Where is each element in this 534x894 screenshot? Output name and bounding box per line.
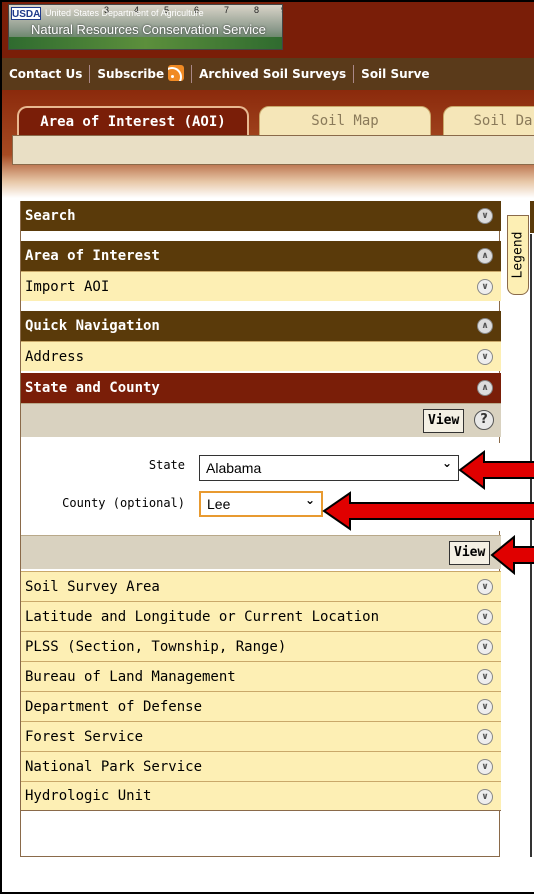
archived-soil-surveys-link[interactable]: Archived Soil Surveys [192,65,355,83]
chevron-down-icon[interactable]: ∨ [477,579,493,595]
subscribe-link[interactable]: Subscribe [90,65,193,83]
list-item-label: Latitude and Longitude or Current Locati… [25,608,380,625]
chevron-down-icon[interactable]: ∨ [477,609,493,625]
usda-department-text: United States Department of Agriculture [45,8,204,18]
red-arrow-icon [322,491,534,531]
tab-subbar [12,135,534,165]
list-item-label: Bureau of Land Management [25,668,236,685]
tab-area-of-interest[interactable]: Area of Interest (AOI) [17,106,249,136]
contact-us-link[interactable]: Contact Us [2,65,91,83]
map-header-bar [530,201,534,233]
list-item-label: Department of Defense [25,698,203,715]
view-button-top[interactable]: View [423,409,465,433]
list-item-label: Soil Survey Area [25,578,160,595]
list-item-label: National Park Service [25,758,203,775]
county-select-value: Lee [207,496,231,512]
chevron-down-icon[interactable]: ∨ [477,669,493,685]
soil-surveys-link[interactable]: Soil Surve [354,65,436,83]
usda-logo: USDA [11,7,41,20]
county-select[interactable]: Lee ⌄ [199,491,323,517]
red-arrow-icon [490,535,534,575]
ruler-tick: 9 [281,5,282,15]
chevron-down-icon[interactable]: ∨ [477,759,493,775]
ruler-tick: 8 [254,5,260,15]
forest-service-item[interactable]: Forest Service ∨ [21,721,501,751]
state-county-header[interactable]: State and County ∧ [21,373,501,403]
page-frame: 3 4 5 6 7 8 9 USDA United States Departm… [0,0,534,894]
top-navigation: Contact Us Subscribe Archived Soil Surve… [2,58,534,90]
chevron-up-icon[interactable]: ∧ [477,318,493,334]
red-arrow-icon [458,450,534,490]
chevron-down-icon[interactable]: ∨ [477,279,493,295]
chevron-down-icon[interactable]: ∨ [477,699,493,715]
address-item[interactable]: Address ∨ [21,341,501,371]
address-label: Address [25,348,85,365]
plss-item[interactable]: PLSS (Section, Township, Range) ∨ [21,631,501,661]
aoi-header[interactable]: Area of Interest ∧ [21,241,501,271]
hydrologic-unit-item[interactable]: Hydrologic Unit ∨ [21,781,501,811]
import-aoi-label: Import AOI [25,278,110,295]
dod-item[interactable]: Department of Defense ∨ [21,691,501,721]
legend-label: Legend [510,231,526,279]
quick-navigation-label: Quick Navigation [25,318,160,334]
tab-soil-data[interactable]: Soil Da [443,106,534,136]
state-label: State [148,458,185,472]
agency-name: Natural Resources Conservation Service [31,22,266,37]
chevron-down-icon: ⌄ [441,456,452,470]
aoi-header-label: Area of Interest [25,248,160,264]
import-aoi-item[interactable]: Import AOI ∨ [21,271,501,301]
chevron-down-icon[interactable]: ∨ [477,729,493,745]
lat-long-item[interactable]: Latitude and Longitude or Current Locati… [21,601,501,631]
banner-swoosh [9,37,282,49]
chevron-down-icon[interactable]: ∨ [477,349,493,365]
chevron-down-icon: ⌄ [304,493,315,507]
national-park-service-item[interactable]: National Park Service ∨ [21,751,501,781]
chevron-up-icon[interactable]: ∧ [477,248,493,264]
site-banner: 3 4 5 6 7 8 9 USDA United States Departm… [2,2,534,58]
view-button-bottom[interactable]: View [449,541,491,565]
state-select-value: Alabama [206,460,262,476]
view-bar-bottom: View [21,535,501,569]
tab-soil-map[interactable]: Soil Map [259,106,431,136]
subscribe-label: Subscribe [97,67,165,81]
search-header[interactable]: Search ∨ [21,201,501,231]
ruler-tick: 7 [224,5,230,15]
tab-area: Area of Interest (AOI) Soil Map Soil Da [2,90,534,198]
chevron-down-icon[interactable]: ∨ [477,789,493,805]
soil-survey-area-item[interactable]: Soil Survey Area ∨ [21,571,501,601]
nrcs-logo-banner[interactable]: 3 4 5 6 7 8 9 USDA United States Departm… [8,4,283,50]
chevron-down-icon[interactable]: ∨ [477,208,493,224]
legend-tab[interactable]: Legend [507,215,529,295]
list-item-label: Hydrologic Unit [25,788,152,804]
view-bar-top: View ? [21,403,501,437]
quick-navigation-header[interactable]: Quick Navigation ∧ [21,311,501,341]
state-select[interactable]: Alabama ⌄ [199,455,459,481]
blm-item[interactable]: Bureau of Land Management ∨ [21,661,501,691]
state-county-label: State and County [25,380,160,396]
search-header-label: Search [25,208,76,224]
chevron-up-icon[interactable]: ∧ [477,380,493,396]
list-item-label: Forest Service [25,728,144,745]
chevron-down-icon[interactable]: ∨ [477,639,493,655]
list-item-label: PLSS (Section, Township, Range) [25,638,287,655]
county-label: County (optional) [62,496,185,510]
help-icon[interactable]: ? [474,410,494,430]
rss-icon [168,65,185,81]
